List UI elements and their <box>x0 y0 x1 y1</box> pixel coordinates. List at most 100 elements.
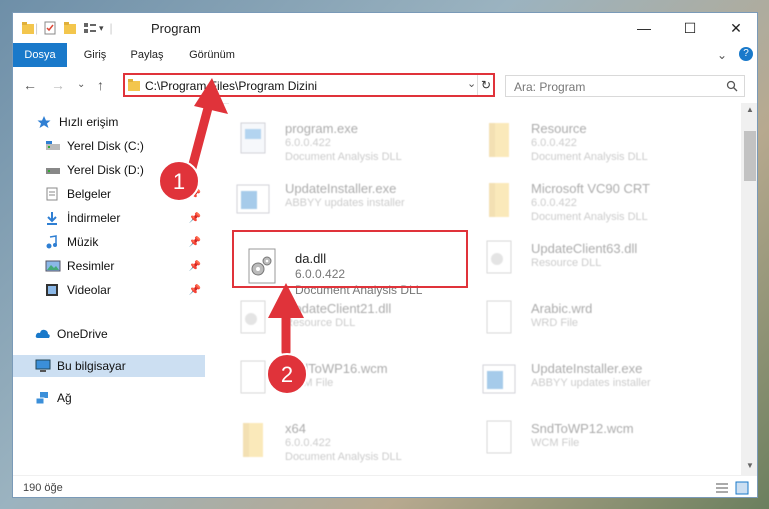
expand-ribbon-icon[interactable]: ⌄ <box>717 48 727 62</box>
search-input[interactable]: Ara: Program <box>514 80 585 94</box>
file-name: Microsoft VC90 CRT <box>531 181 650 196</box>
file-type: Document Analysis DLL <box>531 151 648 163</box>
file-item[interactable]: UpdateClient63.dll Resource DLL <box>479 233 709 291</box>
nav-item-label: Bu bilgisayar <box>57 359 126 373</box>
address-dropdown-icon[interactable]: ⌄ <box>467 77 476 90</box>
tab-share[interactable]: Paylaş <box>125 43 169 67</box>
nav-item-label: Belgeler <box>67 187 112 201</box>
pictures-icon <box>45 259 61 273</box>
documents-icon <box>45 187 61 201</box>
file-icon <box>240 360 266 394</box>
minimize-button[interactable]: — <box>621 13 667 43</box>
file-item[interactable]: program.exe 6.0.0.422 Document Analysis … <box>233 113 463 171</box>
file-item[interactable]: UpdateClient21.dll Resource DLL <box>233 293 463 351</box>
vertical-scrollbar[interactable]: ▲ ▼ <box>741 103 757 475</box>
file-item[interactable]: UpdateInstaller.exe ABBYY updates instal… <box>479 353 709 411</box>
file-version: ABBYY updates installer <box>285 197 405 209</box>
drive-icon <box>45 139 61 153</box>
recent-locations-icon[interactable]: ⌄ <box>77 79 85 90</box>
tab-view[interactable]: Görünüm <box>183 43 241 67</box>
nav-item-videos[interactable]: Videolar 📌 <box>13 279 205 301</box>
file-name: Arabic.wrd <box>531 301 593 316</box>
view-options-icon[interactable] <box>83 21 97 35</box>
file-version: 6.0.0.422 <box>531 137 577 149</box>
file-type: Document Analysis DLL <box>285 151 402 163</box>
file-name: SndToWP12.wcm <box>531 421 634 436</box>
forward-button[interactable]: → <box>51 77 65 93</box>
help-icon[interactable]: ? <box>739 47 753 61</box>
large-icons-view-icon[interactable] <box>735 481 749 495</box>
details-view-icon[interactable] <box>715 482 729 494</box>
customize-toolbar-icon[interactable]: ▾ <box>99 23 104 34</box>
nav-item-pictures[interactable]: Resimler 📌 <box>13 255 205 277</box>
folder-icon <box>489 123 509 157</box>
pin-icon[interactable]: 📌 <box>189 261 201 272</box>
file-icon <box>486 300 512 334</box>
tab-home[interactable]: Giriş <box>75 43 115 67</box>
file-version: WCM File <box>285 377 334 389</box>
scroll-down-icon[interactable]: ▼ <box>746 461 754 470</box>
maximize-button[interactable]: ☐ <box>667 13 713 43</box>
back-button[interactable]: ← <box>23 77 37 93</box>
refresh-icon[interactable]: ↻ <box>477 75 494 95</box>
nav-item-documents[interactable]: Belgeler 📌 <box>13 183 205 205</box>
nav-item-local-disk-d[interactable]: Yerel Disk (D:) <box>13 159 205 181</box>
file-item[interactable]: Arabic.wrd WRD File <box>479 293 709 351</box>
cloud-icon <box>35 327 51 341</box>
folder-icon <box>128 79 140 91</box>
file-type: Document Analysis DLL <box>531 211 648 223</box>
file-item[interactable]: Resource 6.0.0.422 Document Analysis DLL <box>479 113 709 171</box>
file-version: 6.0.0.422 <box>285 437 331 449</box>
nav-item-label: Yerel Disk (C:) <box>67 139 144 153</box>
ribbon-tabs: Dosya Giriş Paylaş Görünüm ⌄ ? <box>13 43 757 101</box>
nav-item-label: Müzik <box>67 235 99 249</box>
nav-item-label: Videolar <box>67 283 111 297</box>
file-version: 6.0.0.422 <box>285 137 331 149</box>
search-box[interactable]: Ara: Program <box>505 75 745 97</box>
file-list: program.exe 6.0.0.422 Document Analysis … <box>229 103 741 473</box>
pin-icon[interactable]: 📌 <box>189 213 201 224</box>
nav-item-downloads[interactable]: İndirmeler 📌 <box>13 207 205 229</box>
pin-icon[interactable]: 📌 <box>189 237 201 248</box>
dll-settings-icon <box>486 240 512 274</box>
nav-item-label: Hızlı erişim <box>59 115 119 129</box>
quick-access-toolbar: | ▾ | <box>21 19 118 37</box>
file-item[interactable]: x64 6.0.0.422 Document Analysis DLL <box>233 413 463 471</box>
folder-icon <box>489 183 509 217</box>
nav-item-network[interactable]: Ağ <box>13 387 205 409</box>
window-title: Program <box>151 21 201 36</box>
address-bar[interactable]: C:\Program Files\Program Dizini ⌄ ↻ <box>123 73 495 97</box>
installer-icon <box>482 364 516 394</box>
nav-item-label: Ağ <box>57 391 72 405</box>
nav-item-music[interactable]: Müzik 📌 <box>13 231 205 253</box>
pin-icon[interactable]: 📌 <box>189 189 201 200</box>
file-item[interactable]: SndToWP16.wcm WCM File <box>233 353 463 411</box>
pin-icon[interactable]: 📌 <box>189 285 201 296</box>
nav-item-this-pc[interactable]: Bu bilgisayar <box>13 355 205 377</box>
file-item[interactable]: Microsoft VC90 CRT 6.0.0.422 Document An… <box>479 173 709 231</box>
video-icon <box>45 283 61 297</box>
close-button[interactable]: ✕ <box>713 13 757 43</box>
file-name: UpdateInstaller.exe <box>531 361 643 376</box>
scroll-up-icon[interactable]: ▲ <box>746 105 754 114</box>
file-item[interactable]: SndToWP12.wcm WCM File <box>479 413 709 471</box>
up-button[interactable]: ↑ <box>97 77 104 93</box>
item-count: 190 öğe <box>23 482 63 494</box>
folder-icon[interactable] <box>21 21 35 35</box>
scrollbar-thumb[interactable] <box>744 131 756 181</box>
computer-icon <box>35 359 51 373</box>
dll-settings-icon <box>240 300 266 334</box>
new-folder-icon[interactable] <box>63 21 77 35</box>
nav-item-quick-access[interactable]: Hızlı erişim <box>13 111 205 133</box>
properties-icon[interactable] <box>43 21 57 35</box>
status-bar: 190 öğe <box>13 475 757 497</box>
nav-item-onedrive[interactable]: OneDrive <box>13 323 205 345</box>
file-name: SndToWP16.wcm <box>285 361 388 376</box>
file-name: UpdateClient63.dll <box>531 241 638 256</box>
file-item[interactable]: UpdateInstaller.exe ABBYY updates instal… <box>233 173 463 231</box>
network-icon <box>35 391 51 405</box>
download-icon <box>45 211 61 225</box>
search-icon[interactable] <box>726 80 738 92</box>
file-name: program.exe <box>285 121 358 136</box>
nav-item-local-disk-c[interactable]: Yerel Disk (C:) <box>13 135 205 157</box>
